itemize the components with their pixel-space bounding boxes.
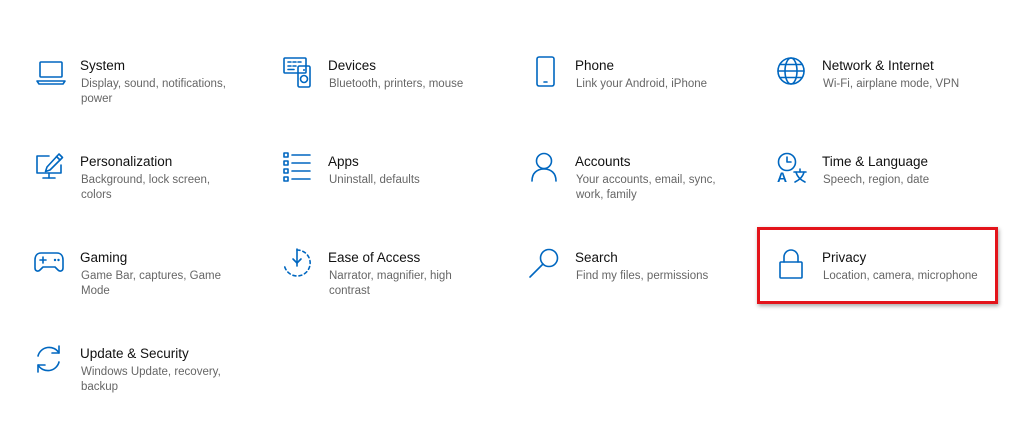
gamepad-icon	[34, 249, 67, 281]
search-icon	[529, 248, 562, 281]
phone-icon	[530, 56, 562, 89]
tile-title: Devices	[328, 58, 377, 73]
person-icon	[530, 152, 562, 185]
tile-title: Phone	[575, 58, 615, 73]
settings-tile-system[interactable]: System Display, sound, notifications, po…	[35, 57, 255, 137]
settings-tile-accounts[interactable]: Accounts Your accounts, email, sync, wor…	[530, 152, 750, 233]
tile-description: Display, sound, notifications, power	[81, 78, 226, 105]
tile-description: Bluetooth, printers, mouse	[329, 78, 464, 90]
tile-title: Privacy	[822, 250, 867, 265]
lock-icon	[777, 249, 809, 281]
tile-title: Apps	[328, 154, 359, 169]
tile-title: Ease of Access	[328, 250, 421, 265]
settings-tile-ease-of-access[interactable]: Ease of Access Narrator, magnifier, high…	[283, 248, 503, 329]
apps-list-icon	[283, 152, 315, 185]
settings-tile-network[interactable]: Network & Internet Wi-Fi, airplane mode,…	[777, 57, 997, 137]
settings-tile-devices[interactable]: Devices Bluetooth, printers, mouse	[283, 57, 503, 137]
settings-grid: System Display, sound, notifications, po…	[0, 0, 1024, 421]
tile-description: Windows Update, recovery, backup	[81, 366, 221, 393]
tile-title: Gaming	[80, 250, 128, 265]
settings-tile-gaming[interactable]: Gaming Game Bar, captures, Game Mode	[34, 249, 255, 329]
settings-tile-privacy[interactable]: Privacy Location, camera, microphone	[777, 249, 997, 329]
tile-title: Accounts	[575, 154, 631, 169]
paint-monitor-icon	[35, 153, 67, 185]
tile-title: Update & Security	[80, 346, 189, 361]
tile-description: Background, lock screen, colors	[81, 174, 211, 201]
globe-icon	[777, 57, 809, 89]
tile-description: Link your Android, iPhone	[576, 78, 708, 90]
laptop-icon	[35, 57, 67, 89]
settings-tile-update-security[interactable]: Update & Security Windows Update, recove…	[35, 345, 255, 425]
tile-title: Personalization	[80, 154, 173, 169]
settings-tile-apps[interactable]: Apps Uninstall, defaults	[283, 152, 503, 233]
settings-tile-search[interactable]: Search Find my files, permissions	[529, 248, 750, 329]
tile-description: Narrator, magnifier, high contrast	[329, 270, 452, 297]
tile-description: Location, camera, microphone	[823, 270, 978, 282]
settings-tile-time-language[interactable]: A Time & Language Speech, region, date	[777, 152, 997, 233]
tile-description: Your accounts, email, sync, work, family	[576, 174, 716, 201]
tile-title: Search	[575, 250, 618, 265]
settings-tile-personalization[interactable]: Personalization Background, lock screen,…	[35, 153, 255, 233]
tile-title: System	[80, 58, 126, 73]
svg-text:A: A	[777, 169, 787, 185]
settings-tile-phone[interactable]: Phone Link your Android, iPhone	[530, 56, 750, 137]
time-language-icon: A	[777, 152, 809, 185]
tile-description: Find my files, permissions	[576, 270, 709, 282]
tile-description: Game Bar, captures, Game Mode	[81, 270, 221, 297]
sync-arrows-icon	[35, 345, 67, 377]
tile-title: Network & Internet	[822, 58, 934, 73]
tile-title: Time & Language	[822, 154, 929, 169]
tile-description: Speech, region, date	[823, 174, 930, 186]
devices-icon	[283, 57, 315, 89]
tile-description: Wi-Fi, airplane mode, VPN	[823, 78, 960, 90]
tile-description: Uninstall, defaults	[329, 174, 420, 186]
ease-of-access-icon	[283, 248, 315, 281]
